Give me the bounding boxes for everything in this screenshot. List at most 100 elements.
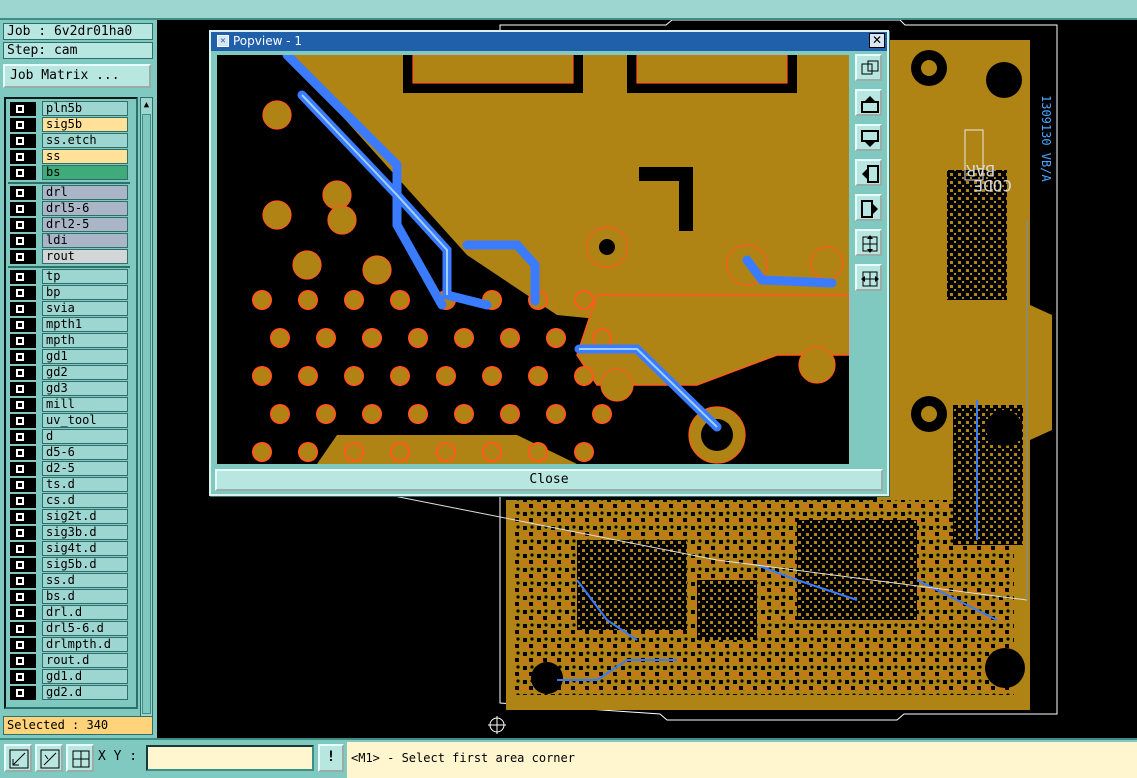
layer-name[interactable]: svia <box>42 301 128 316</box>
layer-name[interactable]: tp <box>42 269 128 284</box>
layer-row[interactable]: sig2t.d <box>8 509 130 524</box>
scroll-up-icon[interactable]: ▲ <box>142 100 151 110</box>
layer-display-checkbox[interactable] <box>10 542 36 556</box>
layer-display-checkbox[interactable] <box>10 186 36 200</box>
layer-name[interactable]: drl5-6.d <box>42 621 128 636</box>
layer-row[interactable]: d <box>8 429 130 444</box>
measure-button[interactable] <box>35 744 63 772</box>
layer-row[interactable]: bp <box>8 285 130 300</box>
layer-row[interactable]: gd2 <box>8 365 130 380</box>
layer-name[interactable]: drl2-5 <box>42 217 128 232</box>
layer-display-checkbox[interactable] <box>10 638 36 652</box>
layer-row[interactable]: ldi <box>8 233 130 248</box>
popview-titlebar[interactable]: ✕ Popview - 1 ✕ <box>211 32 887 51</box>
layer-display-checkbox[interactable] <box>10 102 36 116</box>
layer-name[interactable]: d <box>42 429 128 444</box>
layer-list[interactable]: pln5b sig5b ss.etch ss bs drl drl5-6 drl2-5 ldi r… <box>4 97 138 709</box>
layer-name[interactable]: cs.d <box>42 493 128 508</box>
layer-name[interactable]: rout.d <box>42 653 128 668</box>
layer-display-checkbox[interactable] <box>10 302 36 316</box>
layer-display-checkbox[interactable] <box>10 270 36 284</box>
layer-row[interactable]: drl5-6.d <box>8 621 130 636</box>
layer-row[interactable]: bs.d <box>8 589 130 604</box>
layer-display-checkbox[interactable] <box>10 234 36 248</box>
layer-display-checkbox[interactable] <box>10 366 36 380</box>
layer-row[interactable]: pln5b <box>8 101 130 116</box>
pan-left-button[interactable] <box>855 159 882 186</box>
layer-row[interactable]: ss <box>8 149 130 164</box>
layer-name[interactable]: gd1 <box>42 349 128 364</box>
layer-display-checkbox[interactable] <box>10 510 36 524</box>
layer-row[interactable]: mpth <box>8 333 130 348</box>
layer-row[interactable]: sig3b.d <box>8 525 130 540</box>
layer-name[interactable]: sig4t.d <box>42 541 128 556</box>
layer-row[interactable]: svia <box>8 301 130 316</box>
layer-row[interactable]: drl.d <box>8 605 130 620</box>
job-name-field[interactable]: Job : 6v2dr01ha0 <box>3 23 153 40</box>
layer-name[interactable]: ss <box>42 149 128 164</box>
layer-display-checkbox[interactable] <box>10 558 36 572</box>
layer-row[interactable]: tp <box>8 269 130 284</box>
step-name-field[interactable]: Step: cam <box>3 42 153 59</box>
layer-row[interactable]: drl5-6 <box>8 201 130 216</box>
popview-canvas[interactable] <box>217 55 849 464</box>
pan-down-button[interactable] <box>855 124 882 151</box>
close-window-button[interactable]: ✕ <box>869 33 885 48</box>
layer-row[interactable]: sig5b <box>8 117 130 132</box>
layer-row[interactable]: gd2.d <box>8 685 130 700</box>
layer-display-checkbox[interactable] <box>10 430 36 444</box>
pan-up-button[interactable] <box>855 89 882 116</box>
layer-row[interactable]: ss.d <box>8 573 130 588</box>
zoom-in-button[interactable] <box>855 229 882 256</box>
layer-name[interactable]: gd2.d <box>42 685 128 700</box>
layer-row[interactable]: ss.etch <box>8 133 130 148</box>
layer-name[interactable]: sig5b <box>42 117 128 132</box>
layer-row[interactable]: drl <box>8 185 130 200</box>
layer-display-checkbox[interactable] <box>10 494 36 508</box>
layer-display-checkbox[interactable] <box>10 118 36 132</box>
layer-row[interactable]: uv_tool <box>8 413 130 428</box>
layer-row[interactable]: d5-6 <box>8 445 130 460</box>
layer-display-checkbox[interactable] <box>10 590 36 604</box>
layer-name[interactable]: drlmpth.d <box>42 637 128 652</box>
layer-name[interactable]: ldi <box>42 233 128 248</box>
layer-name[interactable]: gd3 <box>42 381 128 396</box>
layer-name[interactable]: mill <box>42 397 128 412</box>
pan-right-button[interactable] <box>855 194 882 221</box>
layer-row[interactable]: gd1.d <box>8 669 130 684</box>
layer-list-scrollbar[interactable]: ▲ ▼ <box>140 97 153 729</box>
warning-button[interactable]: ! <box>318 744 344 772</box>
layer-name[interactable]: rout <box>42 249 128 264</box>
layer-name[interactable]: sig2t.d <box>42 509 128 524</box>
popview-window[interactable]: ✕ Popview - 1 ✕ Close <box>209 30 889 496</box>
layer-display-checkbox[interactable] <box>10 446 36 460</box>
layer-display-checkbox[interactable] <box>10 218 36 232</box>
layer-name[interactable]: bs.d <box>42 589 128 604</box>
xy-coordinate-input[interactable] <box>146 745 314 771</box>
layer-display-checkbox[interactable] <box>10 574 36 588</box>
layer-row[interactable]: gd1 <box>8 349 130 364</box>
layer-name[interactable]: uv_tool <box>42 413 128 428</box>
layer-name[interactable]: mpth <box>42 333 128 348</box>
layer-display-checkbox[interactable] <box>10 382 36 396</box>
layer-name[interactable]: ts.d <box>42 477 128 492</box>
layer-row[interactable]: bs <box>8 165 130 180</box>
layer-display-checkbox[interactable] <box>10 134 36 148</box>
layer-name[interactable]: d5-6 <box>42 445 128 460</box>
zoom-window-button[interactable] <box>855 54 882 81</box>
layer-name[interactable]: sig5b.d <box>42 557 128 572</box>
layer-display-checkbox[interactable] <box>10 478 36 492</box>
zoom-out-button[interactable] <box>855 264 882 291</box>
layer-display-checkbox[interactable] <box>10 670 36 684</box>
layer-name[interactable]: d2-5 <box>42 461 128 476</box>
layer-name[interactable]: sig3b.d <box>42 525 128 540</box>
layer-display-checkbox[interactable] <box>10 166 36 180</box>
layer-name[interactable]: pln5b <box>42 101 128 116</box>
layer-name[interactable]: drl5-6 <box>42 201 128 216</box>
layer-name[interactable]: ss.d <box>42 573 128 588</box>
layer-row[interactable]: sig4t.d <box>8 541 130 556</box>
layer-name[interactable]: ss.etch <box>42 133 128 148</box>
layer-display-checkbox[interactable] <box>10 398 36 412</box>
layer-row[interactable]: drl2-5 <box>8 217 130 232</box>
layer-row[interactable]: ts.d <box>8 477 130 492</box>
